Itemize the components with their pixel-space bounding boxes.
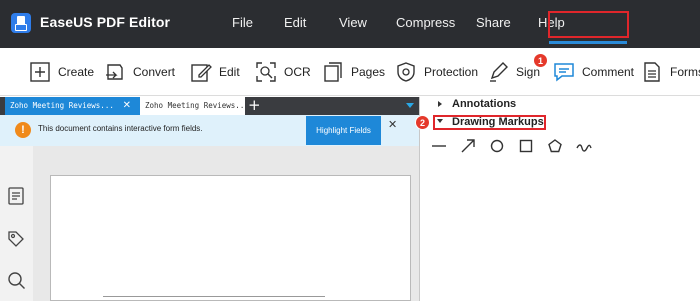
sign-button[interactable]: Sign	[487, 48, 540, 96]
convert-button[interactable]: Convert	[104, 48, 175, 96]
app-logo-icon	[11, 13, 31, 33]
annotations-section[interactable]: Annotations	[452, 98, 516, 110]
create-label: Create	[58, 65, 95, 79]
highlight-fields-button[interactable]: Highlight Fields	[306, 116, 381, 145]
rectangle-icon[interactable]	[517, 137, 535, 155]
line-icon[interactable]	[430, 137, 448, 155]
protection-label: Protection	[424, 65, 479, 79]
shield-icon	[397, 62, 415, 82]
pages-icon	[324, 62, 342, 82]
menu-view[interactable]: View	[339, 15, 367, 30]
pages-label: Pages	[351, 65, 386, 79]
forms-label: Forms	[670, 65, 700, 79]
forms-button[interactable]: Forms	[641, 48, 700, 96]
pages-button[interactable]: Pages	[322, 48, 385, 96]
bookmark-tag-icon[interactable]	[6, 229, 26, 249]
step-badge-1: 1	[533, 53, 548, 68]
add-tab-icon[interactable]: +	[248, 96, 261, 114]
menu-compress[interactable]: Compress	[396, 15, 455, 30]
menu-share[interactable]: Share	[476, 15, 511, 30]
expand-arrow-icon[interactable]	[438, 101, 442, 107]
create-button[interactable]: Create	[29, 48, 94, 96]
close-icon[interactable]: ✕	[123, 97, 131, 115]
document-tab-inactive[interactable]: Zoho Meeting Reviews...	[140, 97, 245, 115]
arrow-icon[interactable]	[459, 137, 477, 155]
create-icon	[30, 62, 50, 82]
search-icon[interactable]	[6, 270, 26, 290]
pen-icon	[490, 62, 508, 82]
menu-file[interactable]: File	[232, 15, 253, 30]
comment-icon	[554, 63, 574, 82]
tab-dropdown-icon[interactable]	[406, 103, 414, 108]
notice-close-icon[interactable]: ✕	[388, 118, 397, 131]
ocr-icon	[256, 62, 276, 82]
comment-active-indicator	[549, 41, 627, 44]
edit-label: Edit	[219, 65, 240, 79]
notice-text: This document contains interactive form …	[38, 124, 203, 133]
thumbnails-icon[interactable]	[6, 186, 26, 206]
edit-icon	[191, 64, 212, 82]
comment-label: Comment	[582, 65, 635, 79]
edit-button[interactable]: Edit	[190, 48, 240, 96]
convert-icon	[106, 64, 123, 80]
forms-icon	[644, 62, 660, 82]
left-sidebar	[0, 146, 33, 301]
pentagon-icon[interactable]	[546, 137, 564, 155]
document-tab-label: Zoho Meeting Reviews...	[10, 101, 114, 110]
step-badge-2: 2	[415, 115, 430, 130]
document-tab-strip: Zoho Meeting Reviews... ✕ Zoho Meeting R…	[0, 96, 419, 115]
main-toolbar: Create Convert Edit OCR Pages Protection…	[0, 48, 700, 96]
app-title: EaseUS PDF Editor	[40, 14, 171, 30]
ocr-button[interactable]: OCR	[255, 48, 311, 96]
document-tab-active[interactable]: Zoho Meeting Reviews... ✕	[5, 97, 140, 115]
comment-highlight-frame	[548, 11, 629, 38]
comment-button[interactable]: Comment	[553, 48, 634, 96]
freehand-icon[interactable]	[575, 137, 593, 155]
app-window: EaseUS PDF Editor File Edit View Compres…	[0, 0, 700, 301]
pdf-page[interactable]	[50, 175, 411, 301]
circle-icon[interactable]	[488, 137, 506, 155]
page-content-rule	[103, 296, 325, 297]
warning-icon: !	[15, 122, 31, 138]
document-tab-label: Zoho Meeting Reviews...	[145, 101, 245, 110]
convert-label: Convert	[133, 65, 176, 79]
ocr-label: OCR	[284, 65, 311, 79]
menu-edit[interactable]: Edit	[284, 15, 306, 30]
protection-button[interactable]: Protection	[395, 48, 478, 96]
drawing-markups-highlight-frame	[433, 115, 546, 130]
